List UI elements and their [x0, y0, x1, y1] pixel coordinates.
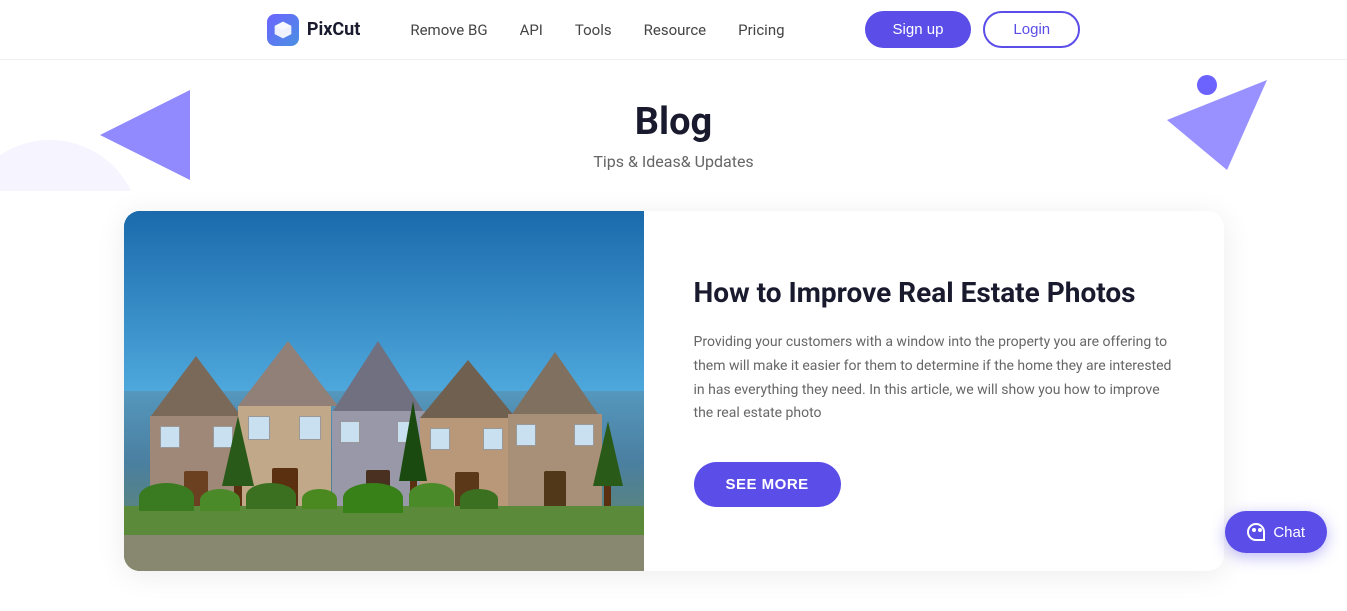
logo-text: PixCut	[307, 19, 360, 40]
nav-link-tools[interactable]: Tools	[575, 21, 612, 39]
nav-link-resource[interactable]: Resource	[644, 21, 707, 39]
hero-section: Blog Tips & Ideas& Updates	[0, 60, 1347, 191]
card-description: Providing your customers with a window i…	[694, 331, 1174, 426]
nav-link-pricing[interactable]: Pricing	[738, 21, 784, 39]
navbar: PixCut Remove BG API Tools Resource Pric…	[0, 0, 1347, 60]
signup-button[interactable]: Sign up	[865, 11, 972, 48]
blog-card: How to Improve Real Estate Photos Provid…	[124, 211, 1224, 571]
login-button[interactable]: Login	[983, 11, 1080, 48]
chat-label: Chat	[1273, 524, 1305, 541]
chat-bubble-icon	[1247, 523, 1265, 541]
main-content: How to Improve Real Estate Photos Provid…	[0, 191, 1347, 611]
nav-link-api[interactable]: API	[520, 21, 543, 39]
page-title: Blog	[635, 100, 712, 144]
card-image	[124, 211, 644, 571]
nav-actions: Sign up Login	[865, 11, 1081, 48]
card-content: How to Improve Real Estate Photos Provid…	[644, 211, 1224, 571]
deco-right-shape	[1167, 80, 1267, 174]
chat-button[interactable]: Chat	[1225, 511, 1327, 553]
see-more-button[interactable]: SEE MORE	[694, 462, 841, 507]
card-title: How to Improve Real Estate Photos	[694, 275, 1174, 311]
nav-links: Remove BG API Tools Resource Pricing	[410, 21, 784, 39]
nav-link-remove-bg[interactable]: Remove BG	[410, 21, 487, 39]
logo[interactable]: PixCut	[267, 14, 360, 46]
logo-icon	[267, 14, 299, 46]
deco-circle	[1197, 75, 1217, 95]
page-subtitle: Tips & Ideas& Updates	[593, 152, 753, 171]
